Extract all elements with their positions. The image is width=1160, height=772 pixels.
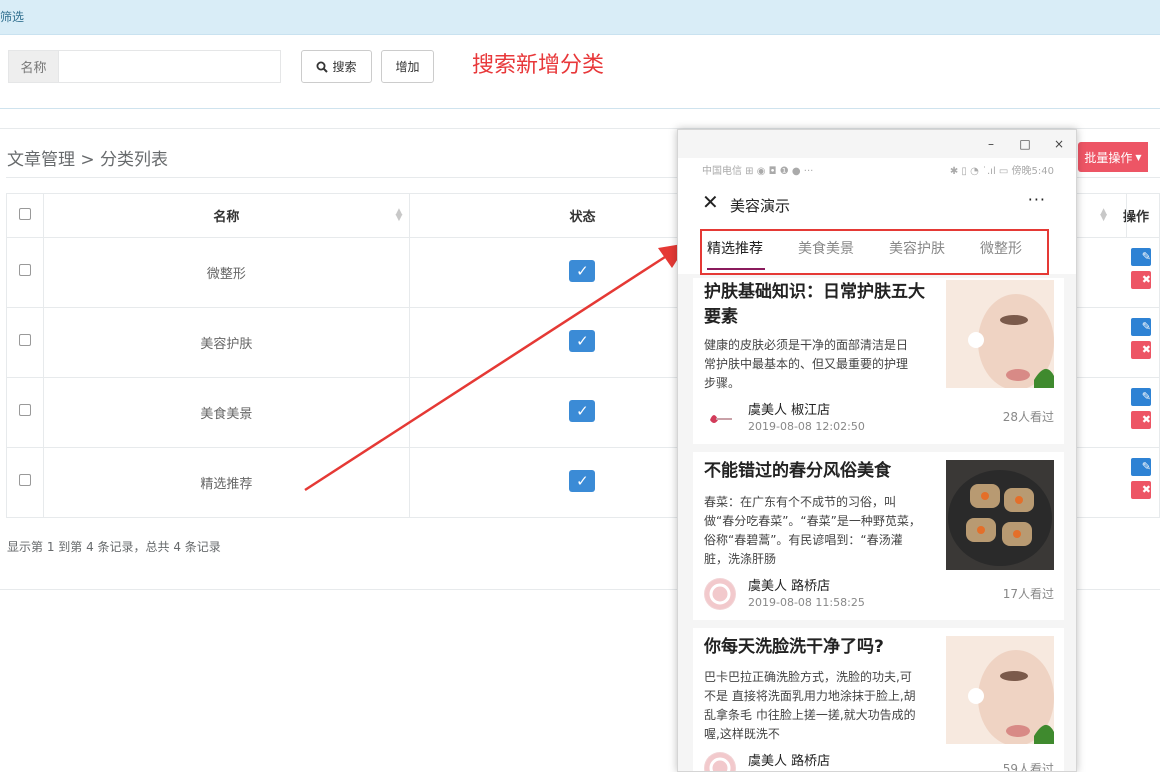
- select-all-checkbox[interactable]: [18, 207, 31, 220]
- pagination-info: 显示第 1 到第 4 条记录，总共 4 条记录: [7, 540, 221, 554]
- breadcrumb: 文章管理 > 分类列表: [7, 150, 169, 170]
- article-thumbnail: [946, 636, 1054, 744]
- article-thumbnail: [946, 460, 1054, 570]
- add-button-label: 增加: [395, 60, 420, 74]
- view-count: 28人看过: [1002, 410, 1054, 424]
- row-checkbox[interactable]: [18, 404, 31, 416]
- article-date: 2019-08-08 11:58:25: [748, 596, 865, 609]
- edit-icon[interactable]: ✎: [1131, 458, 1151, 476]
- batch-operation-label: 批量操作: [1084, 150, 1133, 165]
- maximize-icon[interactable]: □: [1008, 130, 1042, 158]
- article-desc-line: 春菜：在广东有个不成节的习俗，叫: [704, 495, 897, 509]
- article-title: 不能错过的春分风俗美食: [704, 461, 891, 481]
- row-select-cell: [6, 377, 44, 448]
- app-title: 美容演示: [730, 197, 791, 215]
- more-icon[interactable]: ···: [1028, 190, 1046, 209]
- category-name-cell: 美食美景: [42, 377, 410, 448]
- caret-down-icon: ▼: [1135, 152, 1142, 162]
- sort-icon: ▲ ▼: [1100, 207, 1107, 223]
- article-card[interactable]: 你每天洗脸洗干净了吗? 巴卡巴拉正确洗脸方式，洗脸的功夫,可 不是 直接将洗面乳…: [693, 628, 1064, 772]
- delete-icon[interactable]: ✖: [1131, 481, 1151, 499]
- article-card[interactable]: 护肤基础知识：日常护肤五大 要素 健康的皮肤必须是干净的面部清洁是日 常护肤中最…: [693, 278, 1064, 444]
- category-name-cell: 精选推荐: [42, 447, 410, 518]
- status-column-label: 状态: [569, 210, 596, 225]
- delete-icon[interactable]: ✖: [1131, 271, 1151, 289]
- author-name: 虞美人 椒江店: [748, 403, 831, 418]
- select-all-cell: [6, 193, 44, 238]
- row-checkbox[interactable]: [18, 474, 31, 486]
- article-desc-line: 做“春分吃春菜”。“春菜”是一种野苋菜，: [704, 514, 921, 528]
- delete-icon[interactable]: ✖: [1131, 411, 1151, 429]
- edit-icon[interactable]: ✎: [1131, 248, 1151, 266]
- phone-preview-window: – □ × 中国电信 ⊞ ◉ ◘ ❶ ● ··· ✱ ▯ ◔ ˙.ıl ▭ 傍晚…: [677, 129, 1077, 772]
- time-status: ✱ ▯ ◔ ˙.ıl ▭ 傍晚5:40: [949, 166, 1054, 177]
- article-card[interactable]: 不能错过的春分风俗美食 春菜：在广东有个不成节的习俗，叫 做“春分吃春菜”。“春…: [693, 452, 1064, 620]
- add-button[interactable]: 增加: [381, 50, 434, 83]
- delete-icon[interactable]: ✖: [1131, 341, 1151, 359]
- view-count: 59人看过: [1002, 762, 1054, 772]
- status-check-icon[interactable]: ✓: [569, 330, 596, 352]
- article-desc-line: 脏，洗涤肝肠: [704, 552, 777, 566]
- annotation-text: 搜索新增分类: [472, 53, 605, 78]
- article-desc-line: 巴卡巴拉正确洗脸方式，洗脸的功夫,可: [704, 670, 912, 684]
- filter-bar: 筛选: [0, 0, 1160, 35]
- article-desc-line: 喔,这样既洗不: [704, 727, 780, 741]
- status-check-icon[interactable]: ✓: [569, 470, 596, 492]
- article-desc-line: 健康的皮肤必须是干净的面部清洁是日: [704, 338, 909, 352]
- search-icon: [316, 61, 329, 73]
- article-title-line2: 要素: [704, 307, 738, 327]
- category-name-cell: 美容护肤: [42, 307, 410, 378]
- article-thumbnail: [946, 280, 1054, 388]
- name-column-header[interactable]: 名称 ▲ ▼: [42, 193, 410, 238]
- status-check-icon[interactable]: ✓: [569, 260, 596, 282]
- carrier-status: 中国电信 ⊞ ◉ ◘ ❶ ● ···: [702, 166, 814, 177]
- edit-icon[interactable]: ✎: [1131, 388, 1151, 406]
- author-name: 虞美人 路桥店: [748, 754, 831, 769]
- article-title: 你每天洗脸洗干净了吗?: [704, 637, 884, 657]
- row-select-cell: [6, 307, 44, 378]
- close-icon[interactable]: ✕: [702, 190, 719, 214]
- store-logo: [704, 752, 736, 771]
- author-name: 虞美人 路桥店: [748, 579, 831, 594]
- view-count: 17人看过: [1002, 587, 1054, 601]
- close-window-icon[interactable]: ×: [1042, 130, 1076, 158]
- row-select-cell: [6, 447, 44, 518]
- article-desc-line: 俗称“春碧蒿”。有民谚唱到：“春汤灌: [704, 533, 903, 547]
- search-addon-label: 名称: [9, 51, 59, 82]
- store-logo: [704, 578, 736, 610]
- app-title-bar: ✕ 美容演示 ···: [678, 182, 1076, 226]
- search-button-label: 搜索: [332, 60, 357, 74]
- filter-title: 筛选: [0, 10, 25, 24]
- window-controls: – □ ×: [974, 130, 1076, 158]
- store-logo: [704, 402, 736, 434]
- search-group: 名称: [8, 50, 281, 83]
- batch-operation-button[interactable]: 批量操作 ▼: [1078, 142, 1148, 172]
- article-date: 2019-08-08 12:02:50: [748, 420, 865, 433]
- minimize-icon[interactable]: –: [974, 130, 1008, 158]
- article-desc-line: 乱拿条毛 巾往脸上搓一搓,就大功告成的: [704, 708, 916, 722]
- row-select-cell: [6, 237, 44, 308]
- annotation-highlight-box: [700, 229, 1049, 275]
- phone-status-bar: 中国电信 ⊞ ◉ ◘ ❶ ● ··· ✱ ▯ ◔ ˙.ıl ▭ 傍晚5:40: [678, 158, 1076, 182]
- article-desc-line: 不是 直接将洗面乳用力地涂抹于脸上,胡: [704, 689, 916, 703]
- row-checkbox[interactable]: [18, 264, 31, 276]
- category-name-cell: 微整形: [42, 237, 410, 308]
- status-check-icon[interactable]: ✓: [569, 400, 596, 422]
- article-title: 护肤基础知识：日常护肤五大: [704, 282, 925, 302]
- row-checkbox[interactable]: [18, 334, 31, 346]
- search-input[interactable]: [59, 51, 280, 82]
- name-column-label: 名称: [213, 210, 240, 225]
- article-desc-line: 常护肤中最基本的、但又最重要的护理: [704, 357, 909, 371]
- edit-icon[interactable]: ✎: [1131, 318, 1151, 336]
- article-desc-line: 步骤。: [704, 376, 741, 390]
- divider: [0, 108, 1160, 109]
- search-button[interactable]: 搜索: [301, 50, 372, 83]
- sort-icon: ▲ ▼: [395, 207, 403, 223]
- column-divider: [1126, 194, 1128, 238]
